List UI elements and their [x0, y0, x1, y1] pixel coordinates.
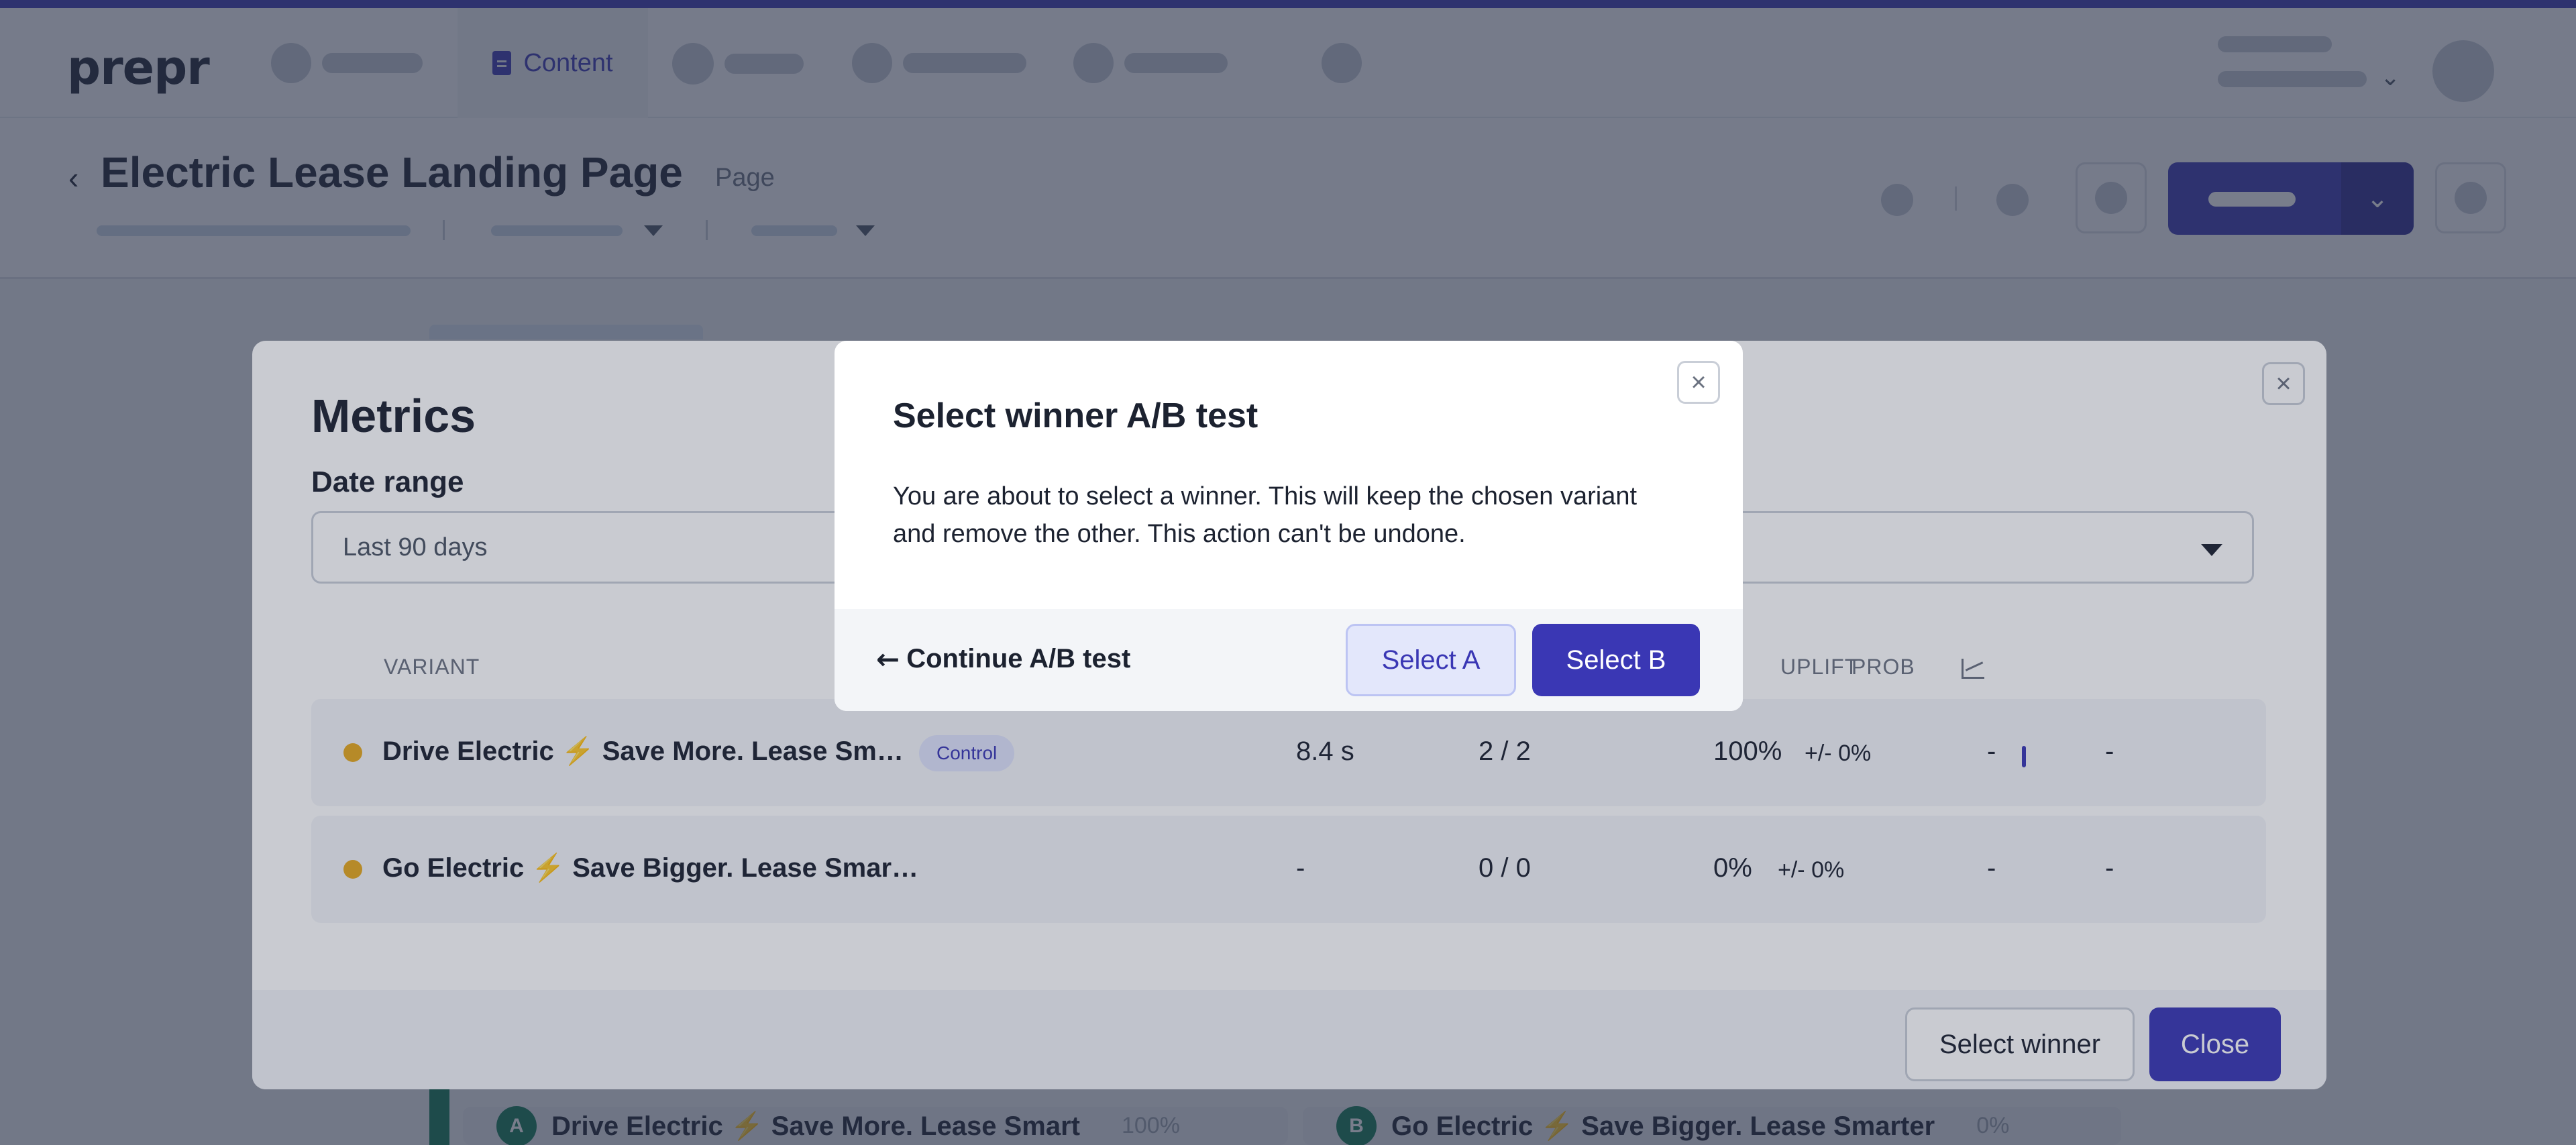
- select-a-button[interactable]: Select A: [1346, 624, 1516, 696]
- select-b-button[interactable]: Select B: [1532, 624, 1700, 696]
- close-icon[interactable]: ×: [1677, 361, 1720, 404]
- arrow-left-icon: ←: [876, 643, 900, 675]
- dialog-title: Select winner A/B test: [893, 396, 1258, 435]
- select-winner-dialog: × Select winner A/B test You are about t…: [835, 341, 1743, 711]
- continue-ab-test-label: Continue A/B test: [906, 644, 1131, 673]
- continue-ab-test-button[interactable]: ← Continue A/B test: [876, 643, 1130, 675]
- dialog-footer: ← Continue A/B test Select A Select B: [835, 609, 1743, 711]
- dialog-body: You are about to select a winner. This w…: [893, 482, 1638, 548]
